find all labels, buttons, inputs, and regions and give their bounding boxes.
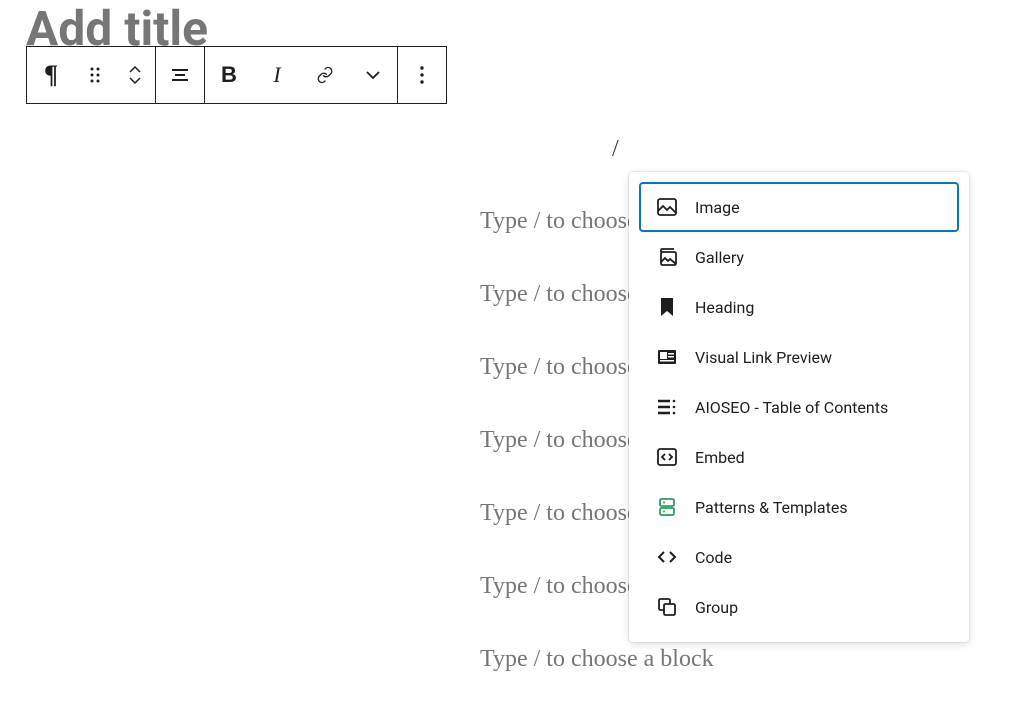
more-vertical-icon xyxy=(410,63,434,87)
block-toolbar: ¶ B I xyxy=(26,46,447,104)
inserter-item-image[interactable]: Image xyxy=(639,182,959,232)
inserter-label: Group xyxy=(695,598,738,617)
inserter-item-code[interactable]: Code xyxy=(639,532,959,582)
align-button[interactable] xyxy=(156,47,204,103)
inserter-item-patterns[interactable]: Patterns & Templates xyxy=(639,482,959,532)
italic-icon: I xyxy=(273,62,280,88)
block-inserter-popover: Image Gallery Heading Visual Link Previe… xyxy=(629,172,969,642)
inserter-label: Embed xyxy=(695,448,745,467)
visual-link-preview-icon xyxy=(655,345,679,369)
options-button[interactable] xyxy=(398,47,446,103)
align-icon xyxy=(168,63,192,87)
italic-button[interactable]: I xyxy=(253,47,301,103)
toolbar-group-block: ¶ xyxy=(27,47,156,103)
embed-icon xyxy=(655,445,679,469)
slash-input[interactable]: / xyxy=(612,136,619,163)
inserter-label: Image xyxy=(695,198,740,217)
code-icon xyxy=(655,545,679,569)
gallery-icon xyxy=(655,245,679,269)
toolbar-group-options xyxy=(398,47,446,103)
inserter-item-aioseo-toc[interactable]: AIOSEO - Table of Contents xyxy=(639,382,959,432)
paragraph-icon: ¶ xyxy=(44,60,58,90)
more-format-button[interactable] xyxy=(349,47,397,103)
inserter-item-heading[interactable]: Heading xyxy=(639,282,959,332)
chevron-down-icon xyxy=(361,63,385,87)
bold-button[interactable]: B xyxy=(205,47,253,103)
bold-icon: B xyxy=(221,62,237,88)
move-up-down-icon xyxy=(123,63,147,87)
drag-icon xyxy=(83,63,107,87)
inserter-label: Gallery xyxy=(695,248,744,267)
image-icon xyxy=(655,195,679,219)
block-type-button[interactable]: ¶ xyxy=(27,47,75,103)
inserter-item-visual-link-preview[interactable]: Visual Link Preview xyxy=(639,332,959,382)
inserter-label: Code xyxy=(695,548,732,567)
block-prompt[interactable]: Type / to choose a block xyxy=(480,646,714,673)
inserter-label: AIOSEO - Table of Contents xyxy=(695,398,888,417)
inserter-label: Patterns & Templates xyxy=(695,498,848,517)
inserter-item-gallery[interactable]: Gallery xyxy=(639,232,959,282)
toolbar-group-format: B I xyxy=(205,47,398,103)
inserter-item-group[interactable]: Group xyxy=(639,582,959,632)
inserter-label: Visual Link Preview xyxy=(695,348,832,367)
toolbar-group-align xyxy=(156,47,205,103)
patterns-icon xyxy=(655,495,679,519)
heading-icon xyxy=(655,295,679,319)
link-button[interactable] xyxy=(301,47,349,103)
inserter-label: Heading xyxy=(695,298,754,317)
link-icon xyxy=(313,63,337,87)
drag-handle[interactable] xyxy=(75,47,115,103)
move-buttons[interactable] xyxy=(115,47,155,103)
toc-icon xyxy=(655,395,679,419)
group-icon xyxy=(655,595,679,619)
inserter-item-embed[interactable]: Embed xyxy=(639,432,959,482)
